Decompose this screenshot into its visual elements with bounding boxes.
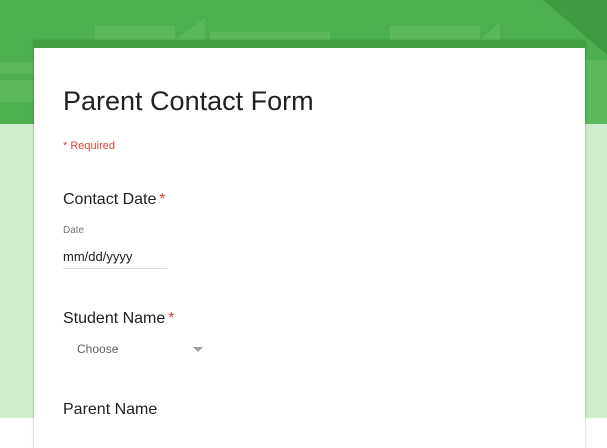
date-sublabel: Date bbox=[63, 225, 85, 236]
required-asterisk: * bbox=[168, 310, 175, 327]
student-name-question-title: Student Name * bbox=[63, 310, 175, 328]
parent-name-question-title: Parent Name bbox=[63, 401, 157, 419]
contact-date-label: Contact Date bbox=[63, 191, 157, 208]
parent-name-label: Parent Name bbox=[63, 401, 158, 418]
form-card: Parent Contact Form * Required Contact D… bbox=[34, 40, 585, 448]
form-title: Parent Contact Form bbox=[63, 86, 314, 116]
required-note: * Required bbox=[63, 140, 115, 152]
dropdown-arrow-icon bbox=[193, 347, 203, 352]
dropdown-selected-value: Choose bbox=[77, 342, 119, 356]
student-name-dropdown[interactable]: Choose bbox=[63, 334, 205, 360]
contact-date-input[interactable] bbox=[63, 244, 167, 269]
contact-date-question-title: Contact Date * bbox=[63, 191, 166, 209]
required-asterisk: * bbox=[159, 191, 166, 208]
student-name-label: Student Name bbox=[63, 310, 166, 327]
